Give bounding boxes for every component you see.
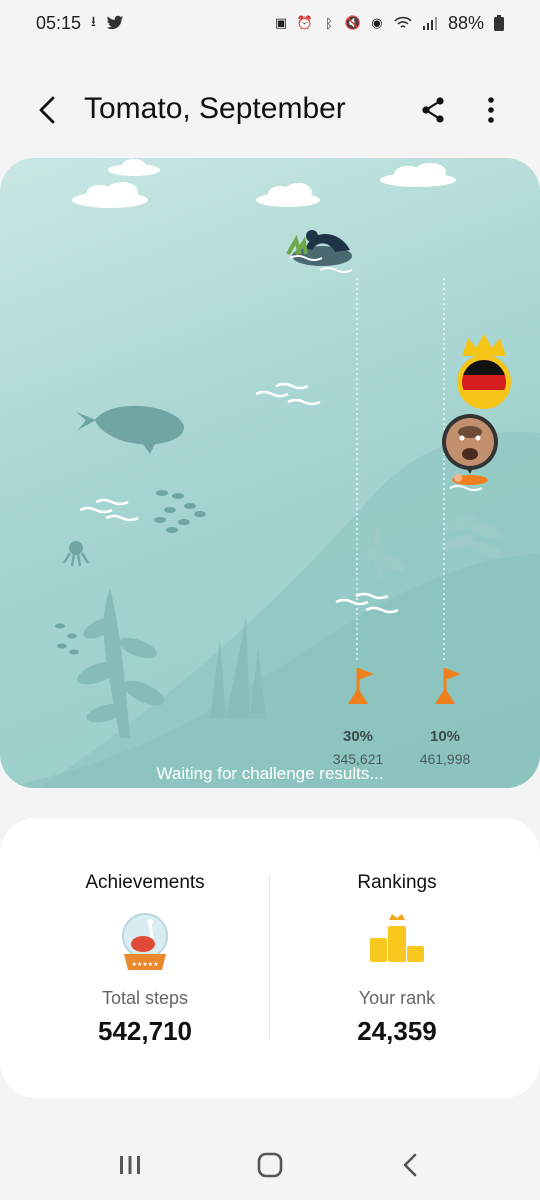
fish-icon [55,490,206,655]
achievements-section[interactable]: Achievements ★★★★★ Total steps 542,710 [10,818,280,1098]
battery-percent: 88% [447,12,484,33]
achievements-heading: Achievements [85,872,205,893]
marker-30-label: 30% 345,621 [318,728,398,767]
page-title: Tomato, September [84,92,346,125]
share-icon [422,97,444,123]
back-arrow-icon [39,96,55,124]
marker-10-label: 10% 461,998 [405,728,485,767]
status-right: ▣ ⏰ ᛒ 🔇 ◉ 88% [274,13,504,34]
stats-card: Achievements ★★★★★ Total steps 542,710 R… [0,818,540,1098]
screenshot-icon: ▣ [274,15,288,30]
download-icon: ⭳ [91,13,96,29]
your-rank-label: Your rank [358,988,436,1008]
recent-apps-button[interactable] [110,1145,150,1185]
svg-text:★★★★★: ★★★★★ [132,961,159,968]
bluetooth-icon: ᛒ [325,15,333,31]
total-steps-value: 542,710 [98,1016,192,1046]
cloud-icon [72,159,456,208]
recent-apps-icon [120,1156,140,1174]
alarm-icon: ⏰ [296,15,314,30]
home-button[interactable] [250,1145,290,1185]
marker-percent: 30% [342,728,374,745]
location-icon: ◉ [371,15,383,30]
your-rank-value: 24,359 [357,1016,437,1046]
status-bar: 05:15 ⭳ ▣ ⏰ ᛒ 🔇 ◉ 88% [0,0,540,46]
rankings-heading: Rankings [357,872,437,893]
navigation-bar [0,1130,540,1200]
twitter-icon [106,15,124,30]
trophy-globe-icon: ★★★★★ [122,913,168,970]
whale-icon [76,405,185,454]
germany-flag-icon [457,334,511,409]
challenge-scene: 30% 345,621 10% 461,998 Waiting for chal… [0,158,540,788]
rankings-section[interactable]: Rankings Your rank 24,359 [262,818,532,1098]
more-options-button[interactable] [472,90,510,130]
ocean-illustration [0,159,540,788]
more-vert-icon [488,97,494,123]
podium-icon [370,914,424,962]
nav-back-icon [403,1153,417,1177]
mute-icon: 🔇 [344,15,362,30]
octopus-icon [62,541,90,567]
app-bar: Tomato, September [0,76,540,146]
signal-icon [422,17,437,30]
nav-back-button[interactable] [390,1145,430,1185]
wifi-icon [394,16,412,28]
status-left: 05:15 ⭳ [36,11,124,35]
seal-icon [286,230,353,273]
total-steps-label: Total steps [101,988,189,1008]
back-button[interactable] [28,90,68,130]
home-icon [257,1152,283,1178]
waiting-message: Waiting for challenge results... [156,764,384,783]
share-button[interactable] [414,90,452,130]
status-time: 05:15 [36,12,82,33]
battery-icon [494,15,504,31]
marker-percent: 10% [429,728,461,745]
